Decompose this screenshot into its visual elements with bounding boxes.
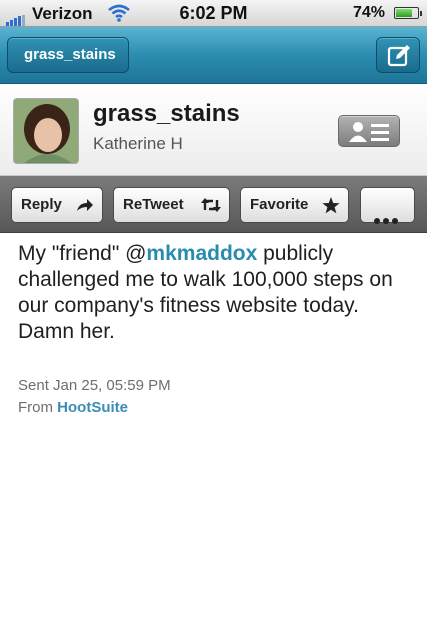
reply-label: Reply [21, 196, 62, 213]
favorite-button[interactable]: Favorite [240, 187, 349, 223]
mention-link[interactable]: mkmaddox [146, 242, 257, 265]
contact-card-icon [349, 122, 389, 142]
battery-percent: 74% [352, 4, 385, 21]
more-button[interactable] [360, 187, 415, 224]
profile-screen-name: grass_stains [93, 100, 240, 127]
tweet-text: My "friend" @mkmaddox publicly challenge… [18, 241, 418, 345]
from-label: From [18, 399, 58, 416]
contact-button[interactable] [338, 115, 400, 147]
source-link[interactable]: HootSuite [57, 399, 128, 416]
retweet-button[interactable]: ReTweet [113, 187, 230, 223]
tweet-meta: Sent Jan 25, 05:59 PM From HootSuite [18, 375, 171, 419]
reply-button[interactable]: Reply [11, 187, 103, 223]
compose-button[interactable] [376, 37, 420, 73]
navigation-bar: grass_stains [0, 27, 427, 84]
profile-header[interactable]: grass_stains Katherine H [0, 84, 427, 176]
retweet-icon [201, 198, 221, 212]
favorite-label: Favorite [250, 196, 309, 213]
star-icon [322, 197, 340, 214]
sent-timestamp: Sent Jan 25, 05:59 PM [18, 377, 171, 394]
more-icon [374, 203, 401, 237]
status-bar: Verizon 6:02 PM 74% [0, 0, 427, 27]
retweet-label: ReTweet [123, 196, 184, 213]
tweet-action-bar: Reply ReTweet Favorite [0, 176, 427, 233]
compose-icon [387, 45, 410, 67]
back-button-label: grass_stains [24, 46, 116, 63]
reply-arrow-icon [77, 199, 93, 211]
battery-icon [394, 7, 422, 19]
profile-full-name: Katherine H [93, 134, 183, 153]
tweet-source-line: From HootSuite [18, 397, 171, 419]
avatar[interactable] [13, 98, 79, 164]
back-button[interactable]: grass_stains [7, 37, 129, 73]
tweet-text-before: My "friend" @ [18, 242, 147, 265]
